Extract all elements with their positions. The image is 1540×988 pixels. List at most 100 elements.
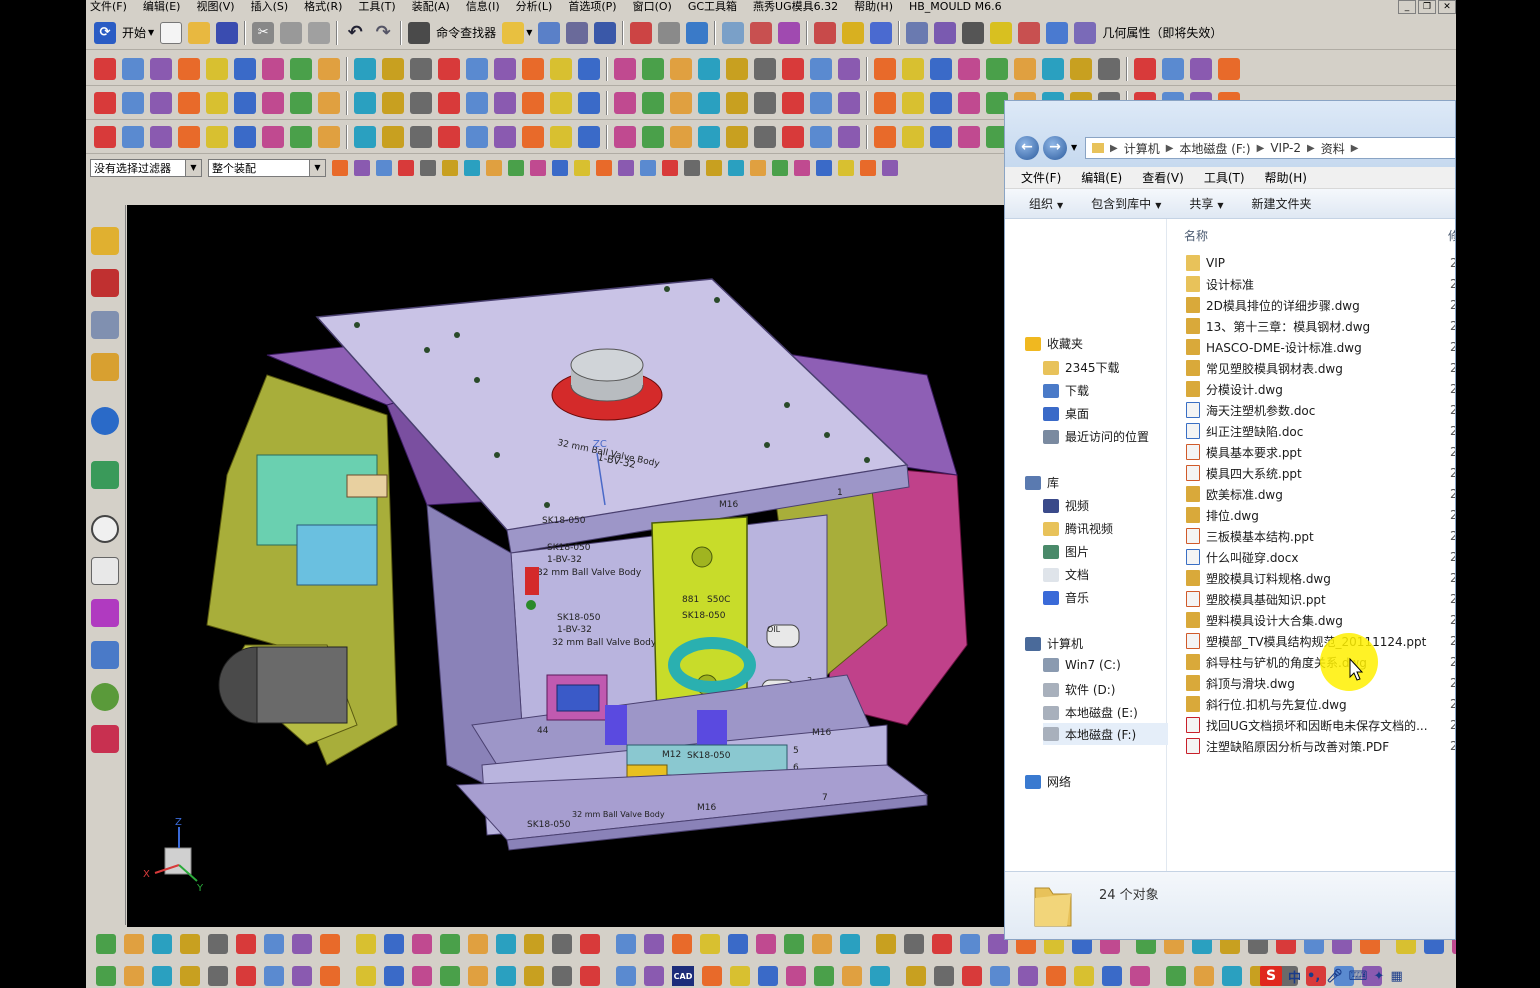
file-item[interactable]: 找回UG文档损坏和因断电未保存文档的... [1186, 715, 1448, 735]
tool-icon[interactable] [382, 57, 404, 80]
tool-icon[interactable] [178, 91, 200, 114]
organize-button[interactable]: 组织 ▼ [1029, 195, 1063, 212]
tool-icon[interactable] [1042, 57, 1064, 80]
snap-point-icon[interactable] [684, 160, 700, 176]
roles-icon[interactable] [91, 683, 119, 711]
snap-point-icon[interactable] [640, 160, 656, 176]
tool-icon[interactable] [264, 934, 284, 954]
nav-item[interactable]: 软件 (D:) [1043, 681, 1115, 698]
share-button[interactable]: 共享 ▼ [1189, 195, 1223, 212]
curve-icon[interactable] [1046, 21, 1069, 44]
open-folder-icon[interactable] [188, 21, 211, 44]
tool-icon[interactable] [522, 125, 544, 148]
tool-icon[interactable] [840, 934, 860, 954]
tool-icon[interactable] [382, 125, 404, 148]
new-folder-button[interactable]: 新建文件夹 [1252, 195, 1312, 212]
tool-icon[interactable] [94, 91, 116, 114]
tool-icon[interactable] [522, 91, 544, 114]
select-tool-icon[interactable] [538, 21, 561, 44]
microphone-icon[interactable]: 🎤︎ [1326, 969, 1343, 984]
tool-icon[interactable] [494, 125, 516, 148]
tool-icon[interactable] [930, 125, 952, 148]
analysis-icon[interactable] [842, 21, 865, 44]
tool-icon[interactable] [466, 91, 488, 114]
chevron-down-icon[interactable]: ▼ [309, 160, 325, 176]
tool-icon[interactable] [870, 966, 890, 986]
nav-item[interactable]: 网络 [1025, 773, 1071, 790]
clock-icon[interactable] [91, 515, 119, 543]
tool-icon[interactable] [124, 966, 144, 986]
csys-icon[interactable] [778, 21, 801, 44]
redo-icon[interactable]: ↷ [372, 22, 394, 44]
tool-icon[interactable] [468, 934, 488, 954]
tool-icon[interactable] [1098, 57, 1120, 80]
tool-icon[interactable] [578, 91, 600, 114]
tool-icon[interactable] [356, 966, 376, 986]
tool-icon[interactable] [318, 125, 340, 148]
tool-icon[interactable] [150, 125, 172, 148]
tool-icon[interactable] [1018, 966, 1038, 986]
tool-icon[interactable] [874, 125, 896, 148]
tool-icon[interactable] [754, 125, 776, 148]
tool-icon[interactable] [726, 91, 748, 114]
measure-icon[interactable] [814, 21, 837, 44]
tool-icon[interactable] [614, 125, 636, 148]
tool-icon[interactable] [494, 91, 516, 114]
ex-menu-edit[interactable]: 编辑(E) [1081, 169, 1122, 186]
tool-icon[interactable] [810, 57, 832, 80]
nav-item[interactable]: 本地磁盘 (E:) [1043, 704, 1138, 721]
warning-icon[interactable] [990, 21, 1013, 44]
selection-filter-dropdown[interactable]: 没有选择过滤器 ▼ [90, 159, 202, 177]
nav-item[interactable]: 最近访问的位置 [1043, 428, 1149, 445]
render-style-icon[interactable] [658, 21, 681, 44]
tool-icon[interactable] [930, 91, 952, 114]
chevron-down-icon[interactable]: ▼ [526, 28, 532, 37]
tool-icon[interactable] [412, 934, 432, 954]
tool-icon[interactable] [902, 125, 924, 148]
include-in-library-button[interactable]: 包含到库中 ▼ [1091, 195, 1161, 212]
assembly-scope-dropdown[interactable]: 整个装配 ▼ [208, 159, 326, 177]
tool-icon[interactable] [122, 91, 144, 114]
tool-icon[interactable] [468, 966, 488, 986]
tool-icon[interactable] [960, 934, 980, 954]
trim-icon[interactable] [962, 21, 985, 44]
tool-icon[interactable] [262, 91, 284, 114]
manufacturing-wizard-icon[interactable] [91, 641, 119, 669]
tool-icon[interactable] [842, 966, 862, 986]
tool-icon[interactable] [438, 125, 460, 148]
menu-view[interactable]: 视图(V) [188, 0, 242, 14]
file-item[interactable]: 纠正注塑缺陷.doc [1186, 421, 1448, 441]
tool-icon[interactable] [614, 57, 636, 80]
tool-icon[interactable] [958, 57, 980, 80]
tool-icon[interactable] [642, 91, 664, 114]
tool-icon[interactable] [1014, 57, 1036, 80]
tool-icon[interactable] [838, 125, 860, 148]
tool-icon[interactable] [876, 934, 896, 954]
tool-icon[interactable] [550, 91, 572, 114]
start-icon[interactable]: ⟳ [94, 21, 116, 44]
file-item[interactable]: 欧美标准.dwg [1186, 484, 1448, 504]
tool-icon[interactable] [702, 966, 722, 986]
tool-icon[interactable] [930, 57, 952, 80]
tool-icon[interactable] [1134, 57, 1156, 80]
tool-icon[interactable] [550, 125, 572, 148]
menu-preferences[interactable]: 首选项(P) [560, 0, 624, 14]
menu-hb-mould[interactable]: HB_MOULD M6.6 [901, 0, 1010, 14]
tool-icon[interactable] [642, 125, 664, 148]
menu-gc-toolkit[interactable]: GC工具箱 [680, 0, 745, 14]
tool-icon[interactable] [206, 91, 228, 114]
tool-icon[interactable] [906, 966, 926, 986]
tool-icon[interactable] [384, 934, 404, 954]
process-studio-icon[interactable] [91, 599, 119, 627]
snap-point-icon[interactable] [860, 160, 876, 176]
tool-icon[interactable] [958, 125, 980, 148]
tool-icon[interactable] [440, 966, 460, 986]
tool-icon[interactable] [1194, 966, 1214, 986]
tool-icon[interactable] [438, 57, 460, 80]
tool-icon[interactable] [262, 125, 284, 148]
assembly-navigator-icon[interactable] [91, 227, 119, 255]
tool-icon[interactable] [1074, 966, 1094, 986]
tool-icon[interactable] [580, 934, 600, 954]
tool-icon[interactable] [550, 57, 572, 80]
tool-icon[interactable] [958, 91, 980, 114]
